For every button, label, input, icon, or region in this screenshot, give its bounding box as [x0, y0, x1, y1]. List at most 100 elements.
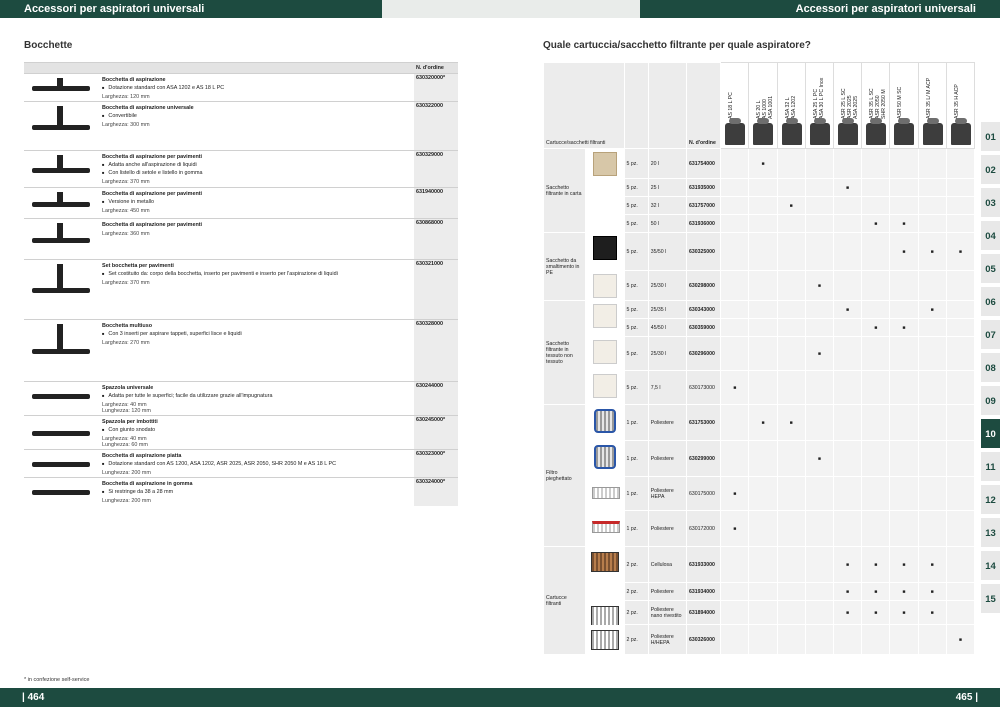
compat-mark: ■ [832, 546, 863, 583]
model-header: ASA 32 L ASA 1202 [776, 62, 806, 149]
filter-picture [585, 300, 625, 337]
section-title-nozzles: Bocchette [24, 40, 73, 51]
compat-cell [861, 148, 891, 179]
footnote: * in confezione self-service [24, 677, 90, 683]
quantity: 5 pz. [623, 318, 649, 337]
quantity: 2 pz. [623, 546, 649, 583]
compat-cell [720, 270, 750, 301]
order-number: 630868000 [414, 218, 458, 260]
compat-cell [720, 318, 750, 337]
product-dimension: Larghezza: 360 mm [102, 231, 150, 237]
filter-row: Filtro pieghettato 1 pz. Poliestere 6317530… [542, 404, 976, 547]
compat-cell [861, 510, 891, 547]
capacity-material: 20 l [647, 148, 687, 179]
compat-cell [917, 624, 947, 655]
product-image [24, 477, 100, 506]
compat-cell [889, 148, 919, 179]
nozzles-table: N. d'ordine Bocchetta di aspirazione Dota… [24, 62, 458, 506]
tab-05[interactable]: 05 [981, 254, 1000, 285]
quantity: 1 pz. [623, 510, 649, 547]
vacuum-picture [809, 118, 830, 145]
tab-14[interactable]: 14 [981, 551, 1000, 582]
capacity-material: 45/50 l [647, 318, 687, 337]
product-name: Bocchetta di aspirazione per pavimenti [102, 154, 203, 160]
product-image [24, 101, 100, 151]
nozzle-neck [57, 106, 63, 127]
product-name: Bocchetta di aspirazione per pavimenti [102, 222, 203, 228]
product-feature: Dotazione standard con AS 1200, ASA 1202… [102, 461, 412, 467]
tab-08[interactable]: 08 [981, 353, 1000, 384]
compat-mark: ■ [889, 600, 919, 625]
compat-cell [720, 404, 750, 441]
compat-mark: ■ [832, 178, 863, 197]
model-name: AS 18 L PC [728, 92, 735, 119]
model-name: ASA 32 L ASA 1202 [784, 95, 797, 119]
order-number: 630320000* [414, 73, 458, 102]
tab-07[interactable]: 07 [981, 320, 1000, 351]
capacity-material: 32 l [647, 196, 687, 215]
compat-cell [748, 476, 778, 511]
filter-picture [585, 232, 625, 271]
product-name: Spazzola per imbottiti [102, 419, 158, 425]
product-description: Spazzola universale Adatta per tutte le s… [100, 381, 414, 416]
capacity-material: 35/50 l [647, 232, 687, 271]
compat-mark: ■ [889, 546, 919, 583]
compat-mark: ■ [720, 370, 750, 405]
capacity-material: Poliestere HEPA [647, 476, 687, 511]
product-description: Bocchetta di aspirazione piatta Dotazione… [100, 449, 414, 478]
tab-11[interactable]: 11 [981, 452, 1000, 483]
tab-13[interactable]: 13 [981, 518, 1000, 549]
compat-cell [720, 600, 750, 625]
tab-12[interactable]: 12 [981, 485, 1000, 516]
compat-cell [861, 178, 891, 197]
compat-cell [889, 510, 919, 547]
quantity: 5 pz. [623, 178, 649, 197]
product-dimension: Larghezza: 120 mm [102, 94, 150, 100]
model-header: ASR 25 L SC ASR 2025 ASA 2025 [832, 62, 863, 149]
compat-cell [945, 582, 976, 601]
compat-mark: ■ [861, 582, 891, 601]
filter-image [592, 521, 621, 533]
order-number: 631940000 [414, 187, 458, 219]
vacuum-picture [866, 118, 887, 145]
model-name: ASR 25 L SC ASR 2025 ASA 2025 [840, 88, 859, 119]
product-description: Bocchetta di aspirazione per pavimenti Ve… [100, 187, 414, 219]
compat-cell [945, 600, 976, 625]
tab-02[interactable]: 02 [981, 155, 1000, 186]
compat-cell [832, 510, 863, 547]
compat-cell [748, 232, 778, 271]
product-description: Bocchetta di aspirazione universale Conve… [100, 101, 414, 151]
compat-mark: ■ [832, 300, 863, 319]
tab-01[interactable]: 01 [981, 122, 1000, 153]
compat-mark: ■ [720, 510, 750, 547]
product-row: Set bocchetta per pavimenti Set costituit… [24, 259, 458, 320]
compat-cell [889, 624, 919, 655]
nozzle-neck [57, 78, 63, 88]
order-number: 630329000 [414, 150, 458, 188]
compat-cell [889, 196, 919, 215]
filter-order-number: 631933000 [685, 546, 722, 583]
compat-cell [720, 440, 750, 477]
product-row: Bocchetta di aspirazione per pavimenti Ve… [24, 187, 458, 219]
compat-cell [917, 214, 947, 233]
compat-cell [861, 300, 891, 319]
tab-03[interactable]: 03 [981, 188, 1000, 219]
compat-cell [776, 300, 806, 319]
model-name: ASR 35 L SC ASR 2050 SHR 2050 M [869, 88, 888, 119]
tab-04[interactable]: 04 [981, 221, 1000, 252]
compat-mark: ■ [917, 546, 947, 583]
tab-15[interactable]: 15 [981, 584, 1000, 615]
nozzle-neck [57, 192, 63, 204]
filter-order-number: 631935000 [685, 178, 722, 197]
model-header: ASA 25 L PC ASA 30 L PC Inox [804, 62, 834, 149]
product-name: Set bocchetta per pavimenti [102, 263, 174, 269]
compat-cell [861, 624, 891, 655]
tab-10[interactable]: 10 [981, 419, 1000, 450]
product-feature: Adatta anche all'aspirazione di liquidi [102, 162, 412, 168]
tab-06[interactable]: 06 [981, 287, 1000, 318]
model-name: ASR 50 M SC [897, 86, 904, 119]
filter-picture [585, 270, 625, 301]
tab-09[interactable]: 09 [981, 386, 1000, 417]
compat-mark: ■ [917, 600, 947, 625]
product-feature: Adatta per tutte le superfici; facile da… [102, 393, 412, 399]
